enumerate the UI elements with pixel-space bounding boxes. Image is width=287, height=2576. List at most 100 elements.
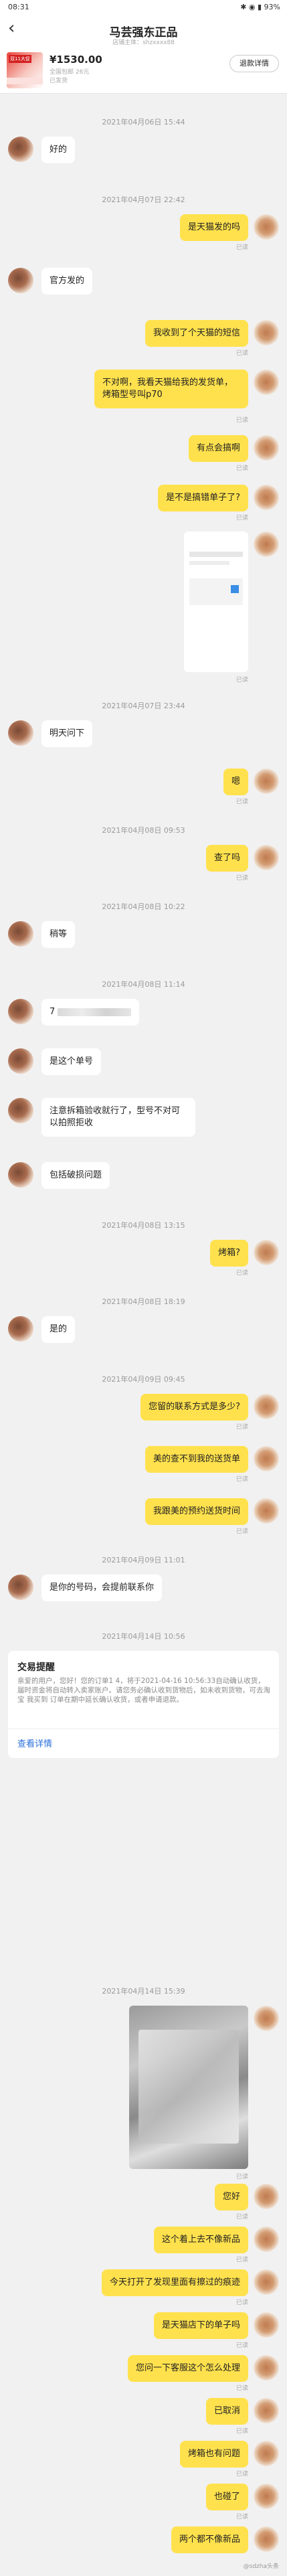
read-status: 已读 bbox=[235, 2514, 248, 2520]
tracking-number-prefix: 7 bbox=[50, 1007, 56, 1017]
timestamp: 2021年04月08日 10:22 bbox=[102, 902, 185, 911]
card-divider bbox=[8, 1728, 279, 1729]
avatar[interactable] bbox=[254, 370, 279, 395]
product-photo[interactable] bbox=[129, 2006, 248, 2169]
avatar[interactable] bbox=[254, 435, 279, 461]
message-bubble: 我跟美的预约送货时间 bbox=[145, 1498, 248, 1525]
message-bubble: 是不是搞错单子了? bbox=[158, 485, 248, 511]
avatar[interactable] bbox=[254, 2484, 279, 2509]
avatar[interactable] bbox=[254, 1498, 279, 1524]
product-thumbnail[interactable]: 双11大促 bbox=[7, 52, 43, 88]
message-bubble: 包括破损问题 bbox=[41, 1162, 110, 1189]
read-status: 已读 bbox=[235, 2257, 248, 2263]
avatar[interactable] bbox=[254, 532, 279, 557]
avatar[interactable] bbox=[254, 2398, 279, 2423]
avatar[interactable] bbox=[254, 2227, 279, 2252]
screenshot-icon bbox=[231, 585, 239, 593]
avatar[interactable] bbox=[254, 2441, 279, 2466]
avatar[interactable] bbox=[254, 214, 279, 240]
avatar[interactable] bbox=[254, 2526, 279, 2552]
avatar[interactable] bbox=[8, 921, 33, 947]
avatar[interactable] bbox=[8, 137, 33, 162]
avatar[interactable] bbox=[8, 1098, 33, 1123]
message-bubble: 今天打开了发现里面有擦过的痕迹 bbox=[101, 2269, 248, 2296]
view-details-link[interactable]: 查看详情 bbox=[17, 1737, 52, 1749]
read-status: 已读 bbox=[235, 2300, 248, 2306]
refund-detail-button[interactable]: 退款详情 bbox=[229, 55, 279, 72]
avatar[interactable] bbox=[254, 769, 279, 794]
timestamp: 2021年04月14日 10:56 bbox=[102, 1632, 185, 1641]
timestamp: 2021年04月08日 11:14 bbox=[102, 980, 185, 989]
product-meta-status: 已发货 bbox=[50, 78, 68, 84]
product-thumb-band bbox=[7, 78, 43, 84]
read-status: 已读 bbox=[235, 799, 248, 805]
read-status: 已读 bbox=[235, 2342, 248, 2349]
avatar[interactable] bbox=[254, 1240, 279, 1265]
watermark-text: @sdzha头条 bbox=[243, 2563, 279, 2570]
timestamp: 2021年04月07日 23:44 bbox=[102, 702, 185, 710]
avatar[interactable] bbox=[8, 1575, 33, 1600]
product-photo-detail bbox=[138, 2030, 239, 2144]
message-bubble: 稍等 bbox=[41, 921, 76, 948]
avatar[interactable] bbox=[254, 485, 279, 510]
avatar[interactable] bbox=[254, 845, 279, 870]
read-status: 已读 bbox=[235, 465, 248, 472]
timestamp: 2021年04月06日 15:44 bbox=[102, 118, 185, 127]
avatar[interactable] bbox=[254, 1394, 279, 1419]
screenshot-line bbox=[189, 561, 229, 565]
product-meta: 全国包邮 26元 已发货 bbox=[50, 68, 89, 86]
message-bubble: 是你的号码，会提前联系你 bbox=[41, 1575, 163, 1601]
chat-header: ‹ 马芸强东正品 店铺主体：shzxxxx88 双11大促 ¥1530.00 全… bbox=[0, 15, 287, 94]
avatar[interactable] bbox=[254, 2312, 279, 2338]
message-bubble: 这个着上去不像新品 bbox=[153, 2227, 248, 2253]
message-bubble: 是天猫发的吗 bbox=[179, 214, 248, 241]
avatar[interactable] bbox=[8, 1162, 33, 1188]
message-bubble: 也碰了 bbox=[205, 2484, 248, 2510]
message-bubble: 有点会搞啊 bbox=[188, 435, 248, 462]
message-bubble: 明天问下 bbox=[41, 720, 93, 747]
read-status: 已读 bbox=[235, 2214, 248, 2221]
read-status: 已读 bbox=[235, 2471, 248, 2478]
message-bubble: 7 bbox=[41, 999, 140, 1026]
product-meta-shipping: 全国包邮 26元 bbox=[50, 69, 90, 76]
avatar[interactable] bbox=[8, 268, 33, 293]
avatar[interactable] bbox=[254, 2006, 279, 2031]
avatar[interactable] bbox=[254, 2184, 279, 2209]
read-status: 已读 bbox=[235, 2428, 248, 2435]
message-bubble: 不对啊，我看天猫给我的发货单，烤箱型号叫p70 bbox=[94, 370, 248, 408]
card-title: 交易提醒 bbox=[17, 1662, 55, 1673]
message-bubble: 是天猫店下的单子吗 bbox=[153, 2312, 248, 2339]
avatar[interactable] bbox=[254, 1446, 279, 1471]
status-time: 08:31 bbox=[8, 3, 29, 11]
timestamp: 2021年04月08日 13:15 bbox=[102, 1221, 185, 1230]
avatar[interactable] bbox=[254, 2355, 279, 2381]
avatar[interactable] bbox=[254, 320, 279, 345]
timestamp: 2021年04月08日 18:19 bbox=[102, 1297, 185, 1306]
message-bubble: 您留的联系方式是多少? bbox=[140, 1394, 248, 1421]
timestamp: 2021年04月09日 09:45 bbox=[102, 1375, 185, 1384]
read-status: 已读 bbox=[235, 350, 248, 357]
status-icons: ✱ ◉ ▮ 93% bbox=[240, 3, 280, 11]
screenshot-line bbox=[189, 552, 243, 557]
avatar[interactable] bbox=[8, 999, 33, 1024]
message-bubble: 好的 bbox=[41, 137, 76, 163]
timestamp: 2021年04月14日 15:39 bbox=[102, 1987, 185, 1996]
avatar[interactable] bbox=[8, 720, 33, 746]
message-bubble: 已取消 bbox=[205, 2398, 248, 2425]
message-bubble: 是这个单号 bbox=[41, 1048, 102, 1075]
screenshot-image[interactable] bbox=[184, 532, 248, 672]
avatar[interactable] bbox=[8, 1048, 33, 1074]
avatar[interactable] bbox=[8, 1316, 33, 1342]
avatar[interactable] bbox=[254, 2269, 279, 2295]
transaction-reminder-card: 交易提醒 亲爱的用户，您好！您的订单1 4，将于2021-04-16 10:56… bbox=[8, 1651, 279, 1758]
message-bubble: 您问一下客服这个怎么处理 bbox=[127, 2355, 248, 2382]
blurred-tracking-number bbox=[58, 1008, 132, 1016]
timestamp: 2021年04月07日 22:42 bbox=[102, 195, 185, 204]
product-price: ¥1530.00 bbox=[50, 54, 102, 66]
timestamp: 2021年04月08日 09:53 bbox=[102, 826, 185, 835]
message-bubble: 烤箱也有问题 bbox=[179, 2441, 248, 2468]
read-status: 已读 bbox=[235, 1528, 248, 1535]
read-status: 已读 bbox=[235, 2174, 248, 2180]
message-bubble: 您好 bbox=[214, 2184, 248, 2210]
read-status: 已读 bbox=[235, 244, 248, 251]
